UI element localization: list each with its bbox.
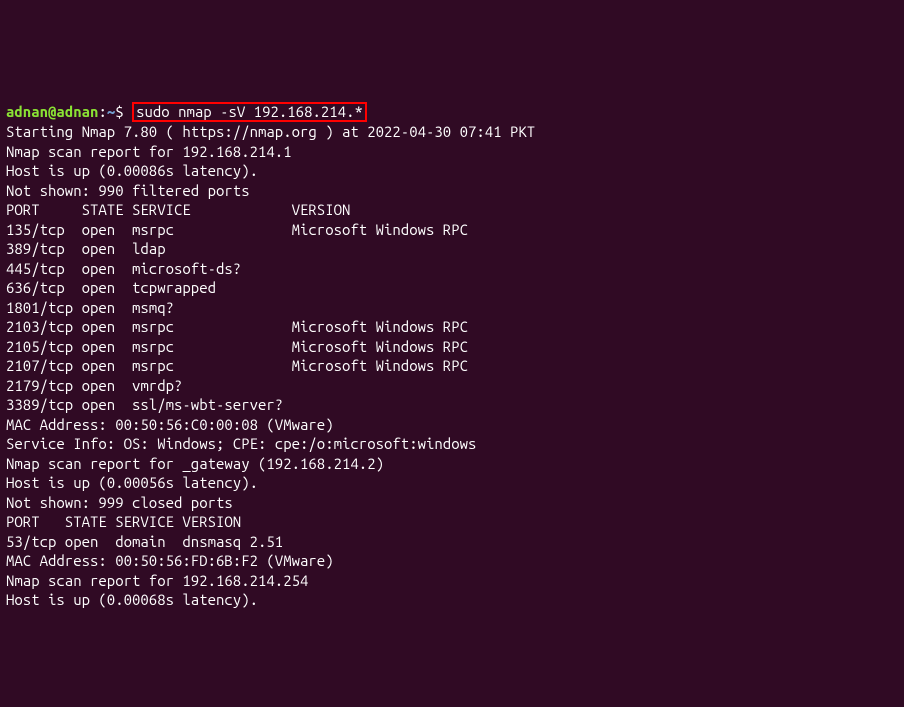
host1-svcinfo: Service Info: OS: Windows; CPE: cpe:/o:m… [6,434,898,454]
table-row: 389/tcp open ldap [6,239,898,259]
table-row: 2107/tcp open msrpc Microsoft Windows RP… [6,356,898,376]
host1-report: Nmap scan report for 192.168.214.1 [6,142,898,162]
nmap-start: Starting Nmap 7.80 ( https://nmap.org ) … [6,122,898,142]
host2-report: Nmap scan report for _gateway (192.168.2… [6,454,898,474]
table-row: 2179/tcp open vmrdp? [6,376,898,396]
prompt-dollar: $ [115,103,132,120]
prompt-line[interactable]: adnan@adnan:~$ sudo nmap -sV 192.168.214… [6,102,898,123]
host3-up: Host is up (0.00068s latency). [6,590,898,610]
table-row: 636/tcp open tcpwrapped [6,278,898,298]
host3-report: Nmap scan report for 192.168.214.254 [6,571,898,591]
prompt-colon: : [98,103,106,120]
truncated-line [6,82,898,102]
host1-header: PORT STATE SERVICE VERSION [6,200,898,220]
host2-mac: MAC Address: 00:50:56:FD:6B:F2 (VMware) [6,551,898,571]
table-row: 2103/tcp open msrpc Microsoft Windows RP… [6,317,898,337]
prompt-host: adnan [56,103,98,120]
host2-notshown: Not shown: 999 closed ports [6,493,898,513]
host2-up: Host is up (0.00056s latency). [6,473,898,493]
table-row: 3389/tcp open ssl/ms-wbt-server? [6,395,898,415]
table-row: 445/tcp open microsoft-ds? [6,259,898,279]
command-highlight: sudo nmap -sV 192.168.214.* [132,102,367,123]
prompt-user: adnan [6,103,48,120]
table-row: 53/tcp open domain dnsmasq 2.51 [6,532,898,552]
host2-header: PORT STATE SERVICE VERSION [6,512,898,532]
table-row: 2105/tcp open msrpc Microsoft Windows RP… [6,337,898,357]
table-row: 135/tcp open msrpc Microsoft Windows RPC [6,220,898,240]
host1-mac: MAC Address: 00:50:56:C0:00:08 (VMware) [6,415,898,435]
prompt-path: ~ [107,103,115,120]
table-row: 1801/tcp open msmq? [6,298,898,318]
host1-notshown: Not shown: 990 filtered ports [6,181,898,201]
host1-up: Host is up (0.00086s latency). [6,161,898,181]
